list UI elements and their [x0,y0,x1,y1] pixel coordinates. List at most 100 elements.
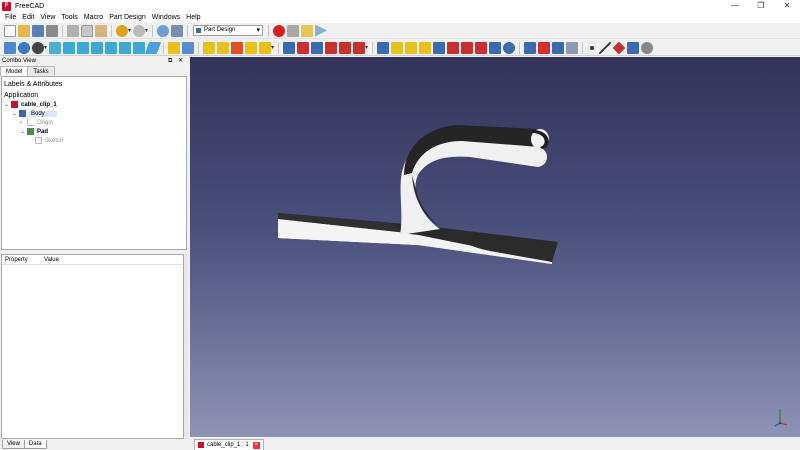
stop-macro-icon[interactable] [287,24,300,37]
record-macro-icon[interactable] [273,24,286,37]
datum-line-icon[interactable] [599,41,612,54]
toolbar-separator [163,41,165,54]
groove-icon[interactable] [405,41,418,54]
minimize-button[interactable]: — [722,0,748,12]
create-part-icon[interactable] [168,41,181,54]
origin-icon [27,119,34,126]
menu-tools[interactable]: Tools [58,12,80,23]
measure-distance-icon[interactable] [144,41,162,54]
chevron-right-icon[interactable]: › [20,120,27,126]
cut-icon[interactable] [67,24,79,37]
create-body-icon[interactable] [203,41,216,54]
draw-style-icon[interactable] [32,41,44,54]
chevron-down-icon[interactable]: ▾ [271,44,274,51]
tree-item-pad[interactable]: ⌄ Pad [20,127,48,136]
left-view-icon[interactable] [133,41,146,54]
front-view-icon[interactable] [63,41,76,54]
revolution-icon[interactable] [297,41,310,54]
fillet-icon[interactable] [461,41,474,54]
shape-binder-icon[interactable] [641,41,654,54]
execute-macro-icon[interactable] [315,24,328,37]
isometric-view-icon[interactable] [49,41,62,54]
tab-view[interactable]: View [2,440,25,449]
menu-windows[interactable]: Windows [149,12,183,23]
tree-item-document[interactable]: ⌄ cable_clip_1 [4,100,57,109]
print-icon[interactable] [46,24,58,37]
copy-icon[interactable] [81,24,93,37]
tree-item-sketch[interactable]: Sketch [35,136,63,145]
create-group-icon[interactable] [182,41,195,54]
chevron-down-icon[interactable]: ▾ [44,44,47,51]
freecad-logo-icon: F [2,1,11,11]
menu-macro[interactable]: Macro [81,12,106,23]
multi-transform-icon[interactable] [566,41,579,54]
fit-all-icon[interactable] [4,41,16,54]
combo-view-title: Combo View [2,58,36,64]
local-coordinate-system-icon[interactable] [627,41,640,54]
workbench-selector[interactable]: Part Design [193,25,264,36]
chevron-down-icon[interactable]: ▾ [128,27,131,34]
additive-pipe-icon[interactable] [325,41,338,54]
save-icon[interactable] [32,24,44,37]
labels-attributes-header: Labels & Attributes [4,81,63,88]
chevron-down-icon[interactable]: ⌄ [20,128,27,135]
create-sketch-icon[interactable] [217,41,230,54]
bottom-view-icon[interactable] [119,41,132,54]
menu-file[interactable]: File [2,12,19,23]
subtractive-helix-icon[interactable] [447,41,460,54]
right-view-icon[interactable] [91,41,104,54]
pocket-icon[interactable] [377,41,390,54]
chamfer-icon[interactable] [475,41,488,54]
linear-pattern-icon[interactable] [538,41,551,54]
tab-data[interactable]: Data [23,440,47,449]
refresh-icon[interactable] [157,24,170,37]
chevron-down-icon[interactable]: ⌄ [12,110,19,117]
document-icon [198,442,204,448]
open-folder-icon[interactable] [18,24,30,37]
additive-loft-icon[interactable] [311,41,324,54]
edit-macro-icon[interactable] [301,24,314,37]
3d-viewport[interactable] [190,57,800,437]
polar-pattern-icon[interactable] [552,41,565,54]
menu-view[interactable]: View [37,12,58,23]
rear-view-icon[interactable] [105,41,118,54]
hole-icon[interactable] [391,41,404,54]
thickness-icon[interactable] [503,41,516,54]
close-button[interactable]: ✕ [774,0,800,12]
tab-tasks[interactable]: Tasks [27,66,55,76]
top-view-icon[interactable] [77,41,90,54]
undo-icon[interactable] [116,24,128,37]
attach-sketch-icon[interactable] [245,41,258,54]
chevron-down-icon[interactable]: ⌄ [4,101,11,108]
validate-sketch-icon[interactable] [231,41,244,54]
restore-button[interactable]: ❐ [748,0,774,12]
close-tab-icon[interactable]: × [252,441,260,449]
pad-icon[interactable] [283,41,296,54]
datum-plane-icon[interactable] [612,41,626,54]
whats-this-icon[interactable] [171,24,184,37]
additive-primitive-icon[interactable] [353,41,366,54]
mirrored-icon[interactable] [524,41,537,54]
tree-item-origin[interactable]: › Origin [20,118,53,127]
dock-buttons[interactable]: ⧉ ✕ [168,57,185,66]
menu-help[interactable]: Help [183,12,203,23]
menu-part-design[interactable]: Part Design [106,12,149,23]
chevron-down-icon[interactable]: ▾ [365,44,368,51]
redo-icon[interactable] [133,24,146,37]
tab-model[interactable]: Model [0,66,29,76]
paste-icon[interactable] [95,24,107,37]
fit-selection-icon[interactable] [18,41,30,54]
subtractive-loft-icon[interactable] [419,41,432,54]
document-tab[interactable]: cable_clip_1 : 1 × [194,439,264,450]
chevron-down-icon[interactable]: ▾ [145,27,148,34]
subtractive-pipe-icon[interactable] [433,41,446,54]
sub-shape-binder-icon[interactable] [259,41,272,54]
new-document-icon[interactable] [4,24,16,37]
datum-point-icon[interactable] [590,45,595,50]
additive-helix-icon[interactable] [339,41,352,54]
cable-clip-model[interactable] [190,57,800,437]
menu-edit[interactable]: Edit [19,12,37,23]
draft-icon[interactable] [489,41,502,54]
property-scrollbar[interactable] [184,254,188,439]
tree-item-body[interactable]: ⌄ Body [12,109,57,118]
